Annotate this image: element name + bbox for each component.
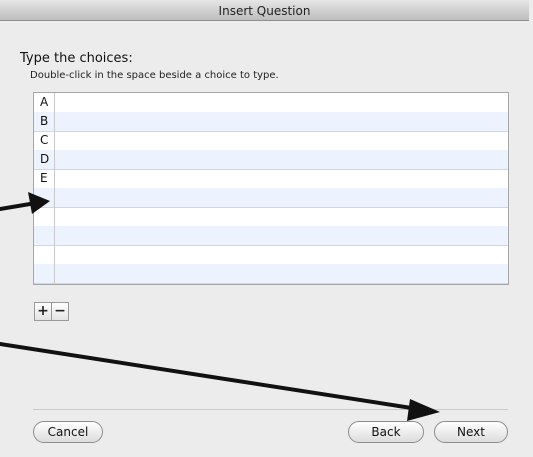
- insert-question-dialog: Insert Question Type the choices: Double…: [0, 0, 533, 457]
- choice-row[interactable]: C: [34, 131, 508, 151]
- next-button[interactable]: Next: [434, 421, 508, 443]
- choice-text-cell[interactable]: [56, 226, 508, 245]
- choice-row[interactable]: [34, 264, 508, 284]
- choice-letter: [34, 207, 55, 226]
- window-title: Insert Question: [218, 4, 311, 18]
- title-bar: Insert Question: [0, 0, 529, 21]
- choice-text-cell[interactable]: [56, 188, 508, 207]
- choice-text-cell[interactable]: [56, 131, 508, 150]
- choice-text-cell[interactable]: [56, 93, 508, 112]
- choice-text-cell[interactable]: [56, 264, 508, 283]
- choice-row[interactable]: [34, 245, 508, 265]
- choice-row[interactable]: E: [34, 169, 508, 189]
- back-button[interactable]: Back: [348, 421, 424, 443]
- choice-letter: [34, 226, 55, 245]
- choice-text-cell[interactable]: [56, 150, 508, 169]
- choice-row[interactable]: [34, 226, 508, 246]
- remove-choice-button[interactable]: −: [51, 302, 69, 321]
- choice-row[interactable]: D: [34, 150, 508, 170]
- choices-table: A B C D E: [33, 92, 509, 285]
- choice-letter: B: [34, 112, 55, 131]
- choice-text-cell[interactable]: [56, 169, 508, 188]
- choice-letter: C: [34, 131, 55, 150]
- cancel-button[interactable]: Cancel: [33, 421, 103, 443]
- choice-text-cell[interactable]: [56, 207, 508, 226]
- choice-row[interactable]: [34, 207, 508, 227]
- choice-letter: [34, 264, 55, 283]
- choice-letter: D: [34, 150, 55, 169]
- choices-instructions: Double-click in the space beside a choic…: [30, 70, 279, 81]
- choice-letter: [34, 188, 55, 207]
- add-choice-button[interactable]: +: [34, 302, 52, 321]
- choice-row[interactable]: B: [34, 112, 508, 132]
- choice-text-cell[interactable]: [56, 112, 508, 131]
- choices-heading: Type the choices:: [20, 51, 133, 66]
- choice-letter: A: [34, 93, 55, 112]
- choice-letter: E: [34, 169, 55, 188]
- choice-letter: [34, 245, 55, 264]
- choice-row[interactable]: A: [34, 93, 508, 113]
- choice-row[interactable]: [34, 188, 508, 208]
- footer-divider: [33, 409, 508, 410]
- choice-text-cell[interactable]: [56, 245, 508, 264]
